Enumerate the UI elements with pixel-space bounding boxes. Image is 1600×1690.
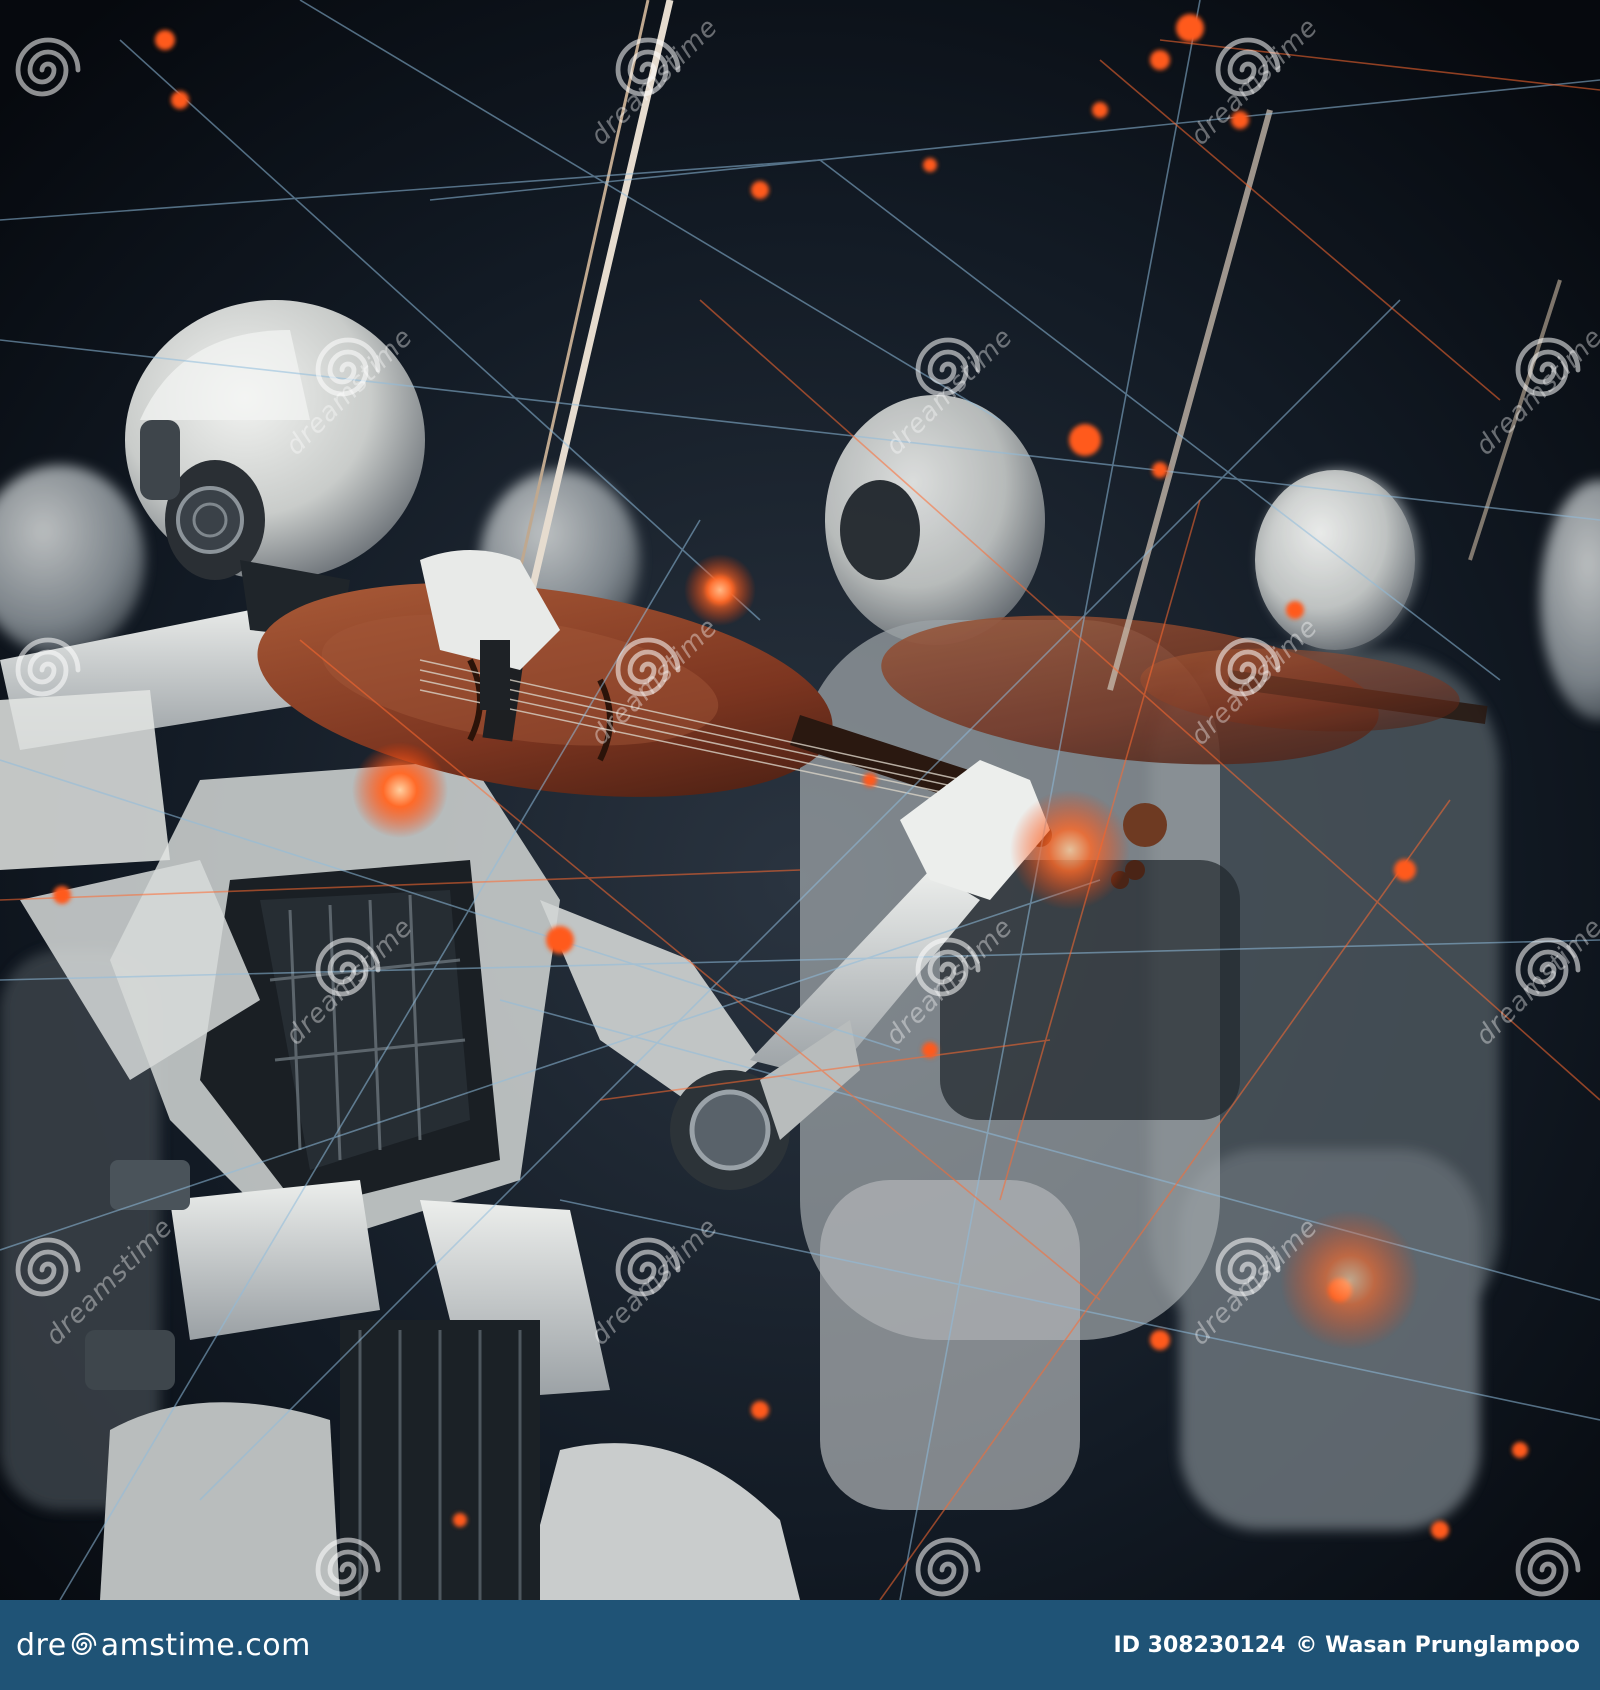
robot-orchestra-photo [0,0,1600,1600]
brand-text-prefix: dre [16,1627,67,1663]
copyright-author: © Wasan Prunglampoo [1295,1632,1580,1658]
dreamstime-brand: dre amstime.com [16,1628,311,1663]
brand-text-suffix: amstime.com [100,1627,311,1663]
swirl-icon [71,1632,96,1655]
stock-photo-stage: dreamstime dreamstime dreamstime dreamstime… [0,0,1600,1690]
image-id: ID 308230124 [1113,1632,1286,1658]
image-credit: ID 308230124 © Wasan Prunglampoo [1114,1633,1580,1658]
stock-footer-bar: dre amstime.com ID 308230124 © Wasan Pru… [0,1600,1600,1690]
